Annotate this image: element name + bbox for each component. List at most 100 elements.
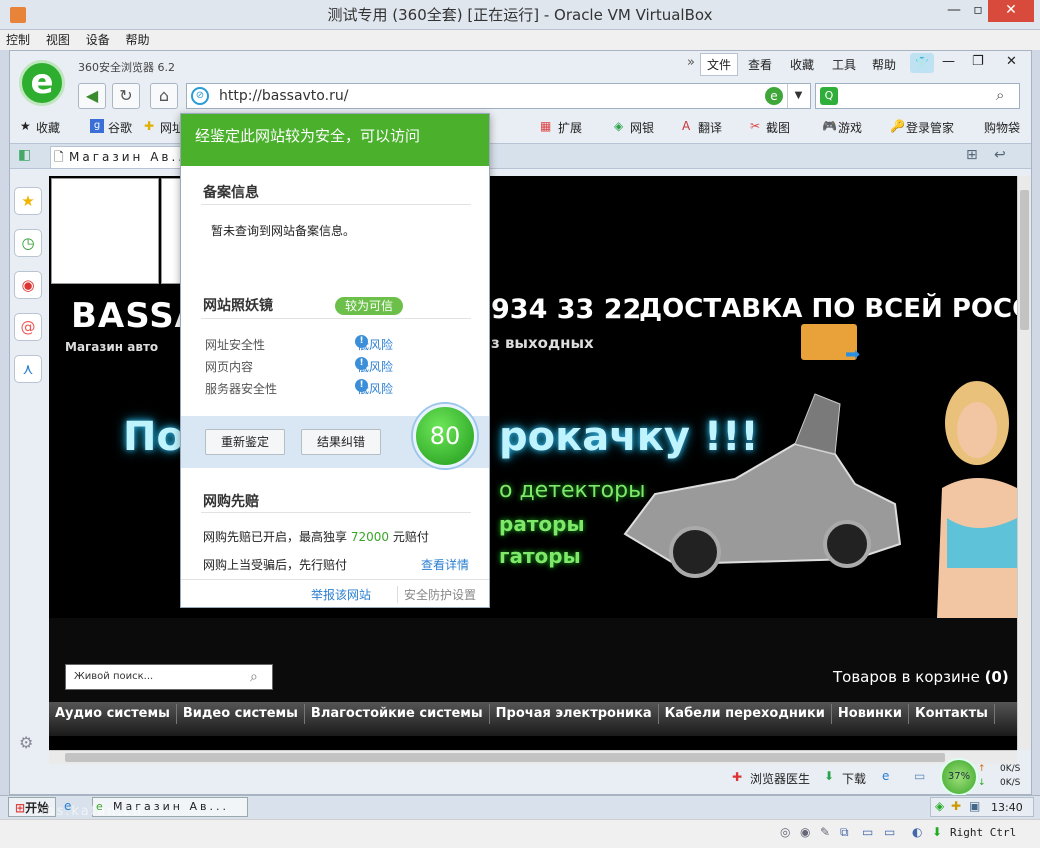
skin-icon[interactable]: 👕 [910, 53, 934, 73]
report-site-link[interactable]: 举报该网站 [311, 586, 371, 603]
cd-icon[interactable]: ◉ [800, 825, 810, 839]
cart-label: Товаров в корзине [833, 668, 985, 686]
shop-detail-link[interactable]: 查看详情 [421, 556, 469, 573]
window-title: 测试专用 (360全套) [正在运行] - Oracle VM VirtualB… [327, 6, 713, 24]
back-button[interactable]: ◀ [78, 83, 106, 109]
home-button[interactable]: ⌂ [150, 83, 178, 109]
shop-text-2: 网购上当受骗后，先行赔付 [203, 558, 348, 572]
vertical-scroll-thumb[interactable] [1020, 190, 1029, 330]
menu-favorites[interactable]: 收藏 [790, 56, 814, 73]
nav-waterproof[interactable]: Влагостойкие системы [305, 704, 490, 724]
mirror-title: 网站照妖镜 [203, 298, 273, 314]
menu-file[interactable]: 文件 [700, 53, 739, 76]
browser-minimize-button[interactable]: — [942, 54, 955, 69]
cart-count: (0) [984, 668, 1009, 686]
site-search-placeholder: Живой поиск... [74, 671, 154, 682]
nav-video[interactable]: Видео системы [177, 704, 305, 724]
site-search-icon[interactable]: ⌕ [250, 665, 258, 689]
favorites-star-icon[interactable]: ★ [14, 187, 42, 215]
url-text[interactable]: http://bassavto.ru/ [219, 84, 348, 108]
browser-doctor[interactable]: 浏览器医生 [750, 770, 810, 787]
search-engine-icon[interactable]: Q [820, 87, 838, 105]
download-button[interactable]: 下载 [842, 770, 866, 787]
nav-cables[interactable]: Кабели переходники [659, 704, 832, 724]
window-icon[interactable]: ▭ [914, 769, 925, 783]
tray-360-icon[interactable]: ✚ [951, 799, 961, 813]
toolbar-shopping-bag[interactable]: 购物袋 [984, 119, 1020, 136]
minimize-button[interactable]: — [940, 0, 968, 22]
nav-electronics[interactable]: Прочая электроника [490, 704, 659, 724]
horizontal-scroll-thumb[interactable] [65, 753, 945, 762]
nav-new[interactable]: Новинки [832, 704, 909, 724]
weibo-icon[interactable]: ◉ [14, 271, 42, 299]
new-tab-icon[interactable]: ⊞ [966, 147, 978, 163]
mail-icon[interactable]: @ [14, 313, 42, 341]
usb-icon[interactable]: ✎ [820, 825, 830, 839]
tray-network-icon[interactable]: ▣ [969, 799, 980, 813]
menu-tools[interactable]: 工具 [832, 56, 856, 73]
fav-star-icon: ★ [20, 119, 31, 133]
vertical-scrollbar[interactable] [1017, 176, 1031, 750]
network-meter[interactable]: 37% [940, 758, 978, 796]
keyboard-capture-icon[interactable]: ⬇ [932, 825, 942, 839]
divider [201, 318, 471, 319]
settings-gear-icon[interactable]: ⚙ [19, 733, 33, 752]
windows-logo-icon: ⊞ [15, 801, 26, 815]
vb-menu-devices[interactable]: 设备 [80, 30, 116, 50]
promo-line-3: гаторы [499, 544, 581, 568]
security-settings-link[interactable]: 安全防护设置 [397, 586, 476, 603]
sidebar: ★ ◷ ◉ @ ⋏ ⚙ [10, 169, 48, 759]
shop-text-1: 网购先赔已开启，最高独享 72000 元赔付 [203, 528, 429, 545]
correct-result-button[interactable]: 结果纠错 [301, 429, 381, 455]
history-clock-icon[interactable]: ◷ [14, 229, 42, 257]
url-dropdown-icon[interactable]: ▼ [787, 84, 809, 108]
vb-menu-view[interactable]: 视图 [40, 30, 76, 50]
hdd-icon[interactable]: ◎ [780, 825, 790, 839]
sidebar-toggle-icon[interactable]: ◧ [18, 147, 31, 163]
tray-shield-icon[interactable]: ◈ [935, 799, 944, 813]
menu-overflow-icon[interactable]: » [687, 55, 695, 70]
nav-contacts[interactable]: Контакты [909, 704, 995, 724]
toolbar-translate[interactable]: 翻译 [698, 119, 722, 136]
address-bar[interactable]: ⊘ http://bassavto.ru/ e ▼ [186, 83, 811, 109]
nav-audio[interactable]: Аудио системы [49, 704, 177, 724]
search-icon[interactable]: ⌕ [996, 86, 1004, 104]
vb-menu-help[interactable]: 帮助 [120, 30, 156, 50]
site-search-input[interactable]: Живой поиск... ⌕ [65, 664, 273, 690]
toolbar-screenshot[interactable]: 截图 [766, 119, 790, 136]
search-input[interactable]: Q ⌕ [815, 83, 1020, 109]
horizontal-scrollbar[interactable] [49, 750, 1017, 764]
system-tray: ◈ ✚ ▣ 13:40 [930, 797, 1034, 817]
mouse-integration-icon[interactable]: ◐ [912, 825, 922, 839]
fav-google[interactable]: 谷歌 [108, 119, 132, 136]
vb-menu-control[interactable]: 控制 [0, 30, 36, 50]
cart-summary[interactable]: Товаров в корзине (0) [833, 668, 1009, 686]
shop-title: 网购先赔 [203, 494, 259, 510]
favorites-bar: ★ 收藏 g 谷歌 ✚ 网址 ▦ 扩展 ◈ 网银 A 翻译 ✂ 截图 🎮 游戏 … [10, 115, 1031, 139]
app-icon[interactable]: ⋏ [14, 355, 42, 383]
ie-mode-icon[interactable]: e [765, 87, 783, 105]
browser-close-button[interactable]: ✕ [1006, 54, 1017, 69]
toolbar-login-manager[interactable]: 登录管家 [906, 119, 954, 136]
tab-active[interactable]: 🗋 Магазин Ав... [50, 146, 200, 168]
weekend-text: з выходных [491, 334, 594, 352]
display-icon[interactable]: ▭ [884, 825, 895, 839]
refresh-button[interactable]: ↻ [112, 83, 140, 109]
fav-collect[interactable]: 收藏 [36, 119, 60, 136]
recheck-button[interactable]: 重新鉴定 [205, 429, 285, 455]
shared-folder-icon[interactable]: ▭ [862, 825, 873, 839]
ie-icon[interactable]: e [882, 769, 889, 783]
close-button[interactable]: ✕ [988, 0, 1034, 22]
toolbar-extensions[interactable]: 扩展 [558, 119, 582, 136]
maximize-button[interactable]: ▫ [968, 0, 988, 22]
network-adapter-icon[interactable]: ⧉ [840, 825, 849, 840]
menu-view[interactable]: 查看 [748, 56, 772, 73]
browser-restore-button[interactable]: ❐ [972, 54, 984, 69]
security-shield-icon[interactable]: ⊘ [191, 87, 209, 105]
undo-close-icon[interactable]: ↩ [994, 147, 1006, 163]
watermark-text: bbs.kafan.cn [36, 804, 143, 819]
menu-help[interactable]: 帮助 [872, 56, 896, 73]
toolbar-bank[interactable]: 网银 [630, 119, 654, 136]
promo-line-2: раторы [499, 512, 585, 536]
toolbar-games[interactable]: 游戏 [838, 119, 862, 136]
